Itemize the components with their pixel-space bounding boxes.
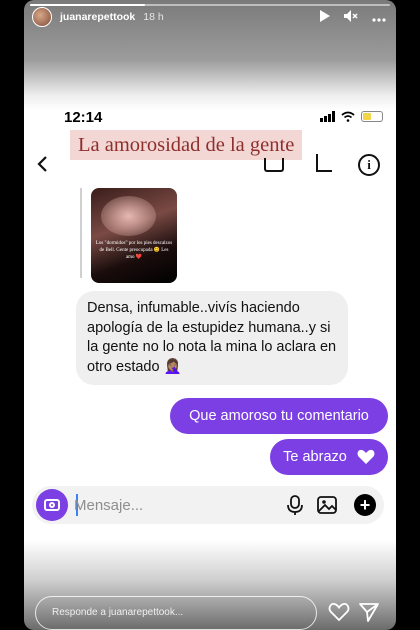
story-reply-input[interactable]: Responde a juanarepettook... [35, 596, 317, 630]
reply-line [80, 188, 82, 278]
mute-icon[interactable] [344, 9, 358, 25]
back-icon[interactable] [36, 154, 48, 180]
white-heart-icon [357, 450, 375, 465]
shared-media-text: Los "dormidos" por los pies descalzos de… [95, 241, 173, 260]
received-message: Densa, infumable..vivís haciendo apologí… [76, 291, 348, 385]
call-icon[interactable] [264, 158, 284, 172]
battery-icon [361, 111, 383, 122]
status-icons [320, 111, 383, 122]
sent-message-1-text: Que amoroso tu comentario [189, 408, 369, 424]
send-icon[interactable] [358, 601, 380, 623]
message-composer: + [32, 486, 384, 524]
gallery-icon[interactable] [316, 494, 338, 516]
heart-icon[interactable] [328, 601, 350, 623]
story-viewer: juanarepettook 18 h 12:14 La amorosidad … [24, 0, 396, 630]
video-icon[interactable] [316, 154, 332, 172]
story-time: 18 h [143, 11, 164, 23]
chat-header: i [24, 152, 396, 180]
sent-message-1: Que amoroso tu comentario [170, 398, 388, 434]
status-time: 12:14 [64, 109, 103, 126]
story-header: juanarepettook 18 h [32, 6, 386, 28]
sent-message-2-text: Te abrazo [283, 449, 347, 465]
wifi-icon [341, 111, 355, 122]
signal-icon [320, 111, 335, 122]
camera-icon[interactable] [36, 489, 68, 521]
message-input[interactable] [74, 495, 264, 515]
info-icon[interactable]: i [358, 154, 380, 176]
mic-icon[interactable] [284, 494, 306, 516]
play-icon[interactable] [319, 9, 330, 25]
sent-message-2: Te abrazo [270, 439, 388, 475]
plus-icon[interactable]: + [354, 494, 376, 516]
more-icon[interactable] [372, 10, 386, 25]
avatar[interactable] [32, 7, 52, 27]
shared-story-thumbnail[interactable]: Los "dormidos" por los pies descalzos de… [91, 188, 177, 283]
story-username[interactable]: juanarepettook [60, 11, 135, 23]
